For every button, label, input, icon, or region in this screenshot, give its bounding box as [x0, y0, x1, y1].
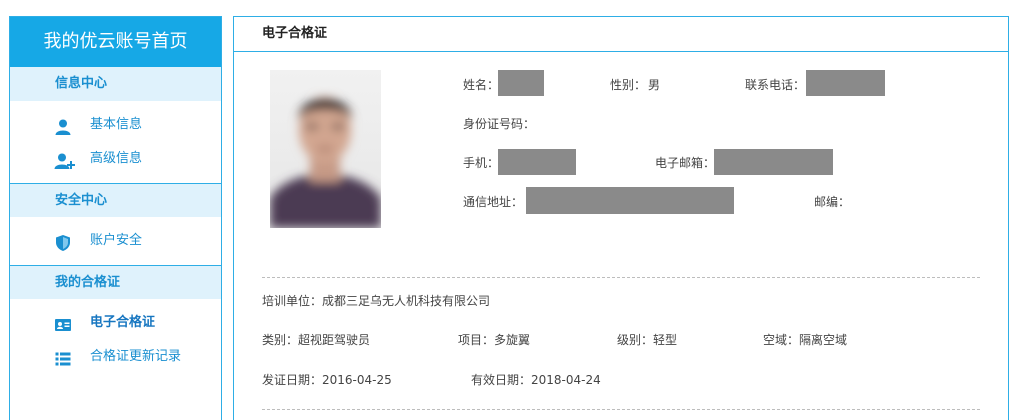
- sidebar-item-basic-info[interactable]: 基本信息: [10, 108, 221, 142]
- email-label: 电子邮箱：: [655, 156, 716, 170]
- airspace-label: 空域：: [763, 333, 800, 347]
- mobile-redacted: [498, 149, 576, 175]
- name-label: 姓名：: [463, 78, 500, 92]
- issue-date-value: 2016-04-25: [322, 373, 392, 387]
- mobile-label: 手机：: [463, 156, 500, 170]
- section-security-center: 安全中心: [10, 183, 221, 217]
- certificate-panel: 电子合格证 姓名： 性别： 男 联系电话： 身份证号码： 手机： 电子邮箱： 通…: [233, 16, 1009, 420]
- address-label: 通信地址：: [463, 195, 524, 209]
- project-row: 项目：多旋翼: [458, 331, 530, 348]
- phone-label: 联系电话：: [745, 78, 806, 92]
- training-org-row: 培训单位：成都三足乌无人机科技有限公司: [262, 292, 490, 309]
- level-row: 级别：轻型: [617, 331, 677, 348]
- valid-date-label: 有效日期：: [471, 373, 532, 387]
- sidebar-item-account-security[interactable]: 账户安全: [10, 224, 221, 258]
- valid-date-value: 2018-04-24: [531, 373, 601, 387]
- sidebar-item-cert-update-log[interactable]: 合格证更新记录: [10, 340, 221, 374]
- airspace-value: 隔离空域: [799, 333, 848, 347]
- category-label: 类别：: [262, 333, 299, 347]
- list-icon: [54, 348, 72, 366]
- sidebar-item-advanced-info[interactable]: 高级信息: [10, 142, 221, 176]
- zip-label: 邮编：: [814, 195, 851, 209]
- id-photo: [270, 70, 381, 228]
- project-value: 多旋翼: [494, 333, 531, 347]
- sidebar-item-label: 电子合格证: [90, 315, 156, 330]
- issue-date-label: 发证日期：: [262, 373, 323, 387]
- sidebar-item-e-certificate[interactable]: 电子合格证: [10, 306, 221, 340]
- sidebar-item-label: 账户安全: [90, 233, 143, 248]
- user-icon: [54, 116, 72, 135]
- email-redacted: [714, 149, 833, 175]
- training-org-label: 培训单位：: [262, 294, 323, 308]
- category-row: 类别：超视距驾驶员: [262, 331, 370, 348]
- sidebar-header[interactable]: 我的优云账号首页: [10, 17, 221, 67]
- gender-label: 性别：: [610, 78, 647, 92]
- sidebar-item-label: 合格证更新记录: [90, 349, 182, 364]
- valid-date-row: 有效日期：2018-04-24: [471, 371, 601, 388]
- category-value: 超视距驾驶员: [298, 333, 371, 347]
- user-plus-icon: [54, 150, 75, 169]
- phone-redacted: [806, 70, 885, 96]
- section-info-center: 信息中心: [10, 67, 221, 101]
- training-org-value: 成都三足乌无人机科技有限公司: [322, 294, 491, 308]
- issue-date-row: 发证日期：2016-04-25: [262, 371, 392, 388]
- sidebar: 我的优云账号首页 信息中心 基本信息 高级信息 安全中心 账户安全 我的合格证: [9, 16, 222, 420]
- sidebar-item-label: 基本信息: [90, 117, 143, 132]
- divider: [262, 409, 980, 410]
- project-label: 项目：: [458, 333, 495, 347]
- sidebar-item-label: 高级信息: [90, 151, 143, 166]
- divider: [262, 277, 980, 278]
- level-value: 轻型: [653, 333, 678, 347]
- id-card-icon: [54, 314, 72, 332]
- panel-title: 电子合格证: [234, 17, 1008, 52]
- name-redacted: [498, 70, 544, 96]
- shield-icon: [54, 232, 72, 251]
- address-redacted: [526, 187, 734, 214]
- id-number-label: 身份证号码：: [463, 117, 536, 131]
- level-label: 级别：: [617, 333, 654, 347]
- section-my-certificate: 我的合格证: [10, 265, 221, 299]
- airspace-row: 空域：隔离空域: [763, 331, 847, 348]
- gender-value: 男: [648, 78, 661, 92]
